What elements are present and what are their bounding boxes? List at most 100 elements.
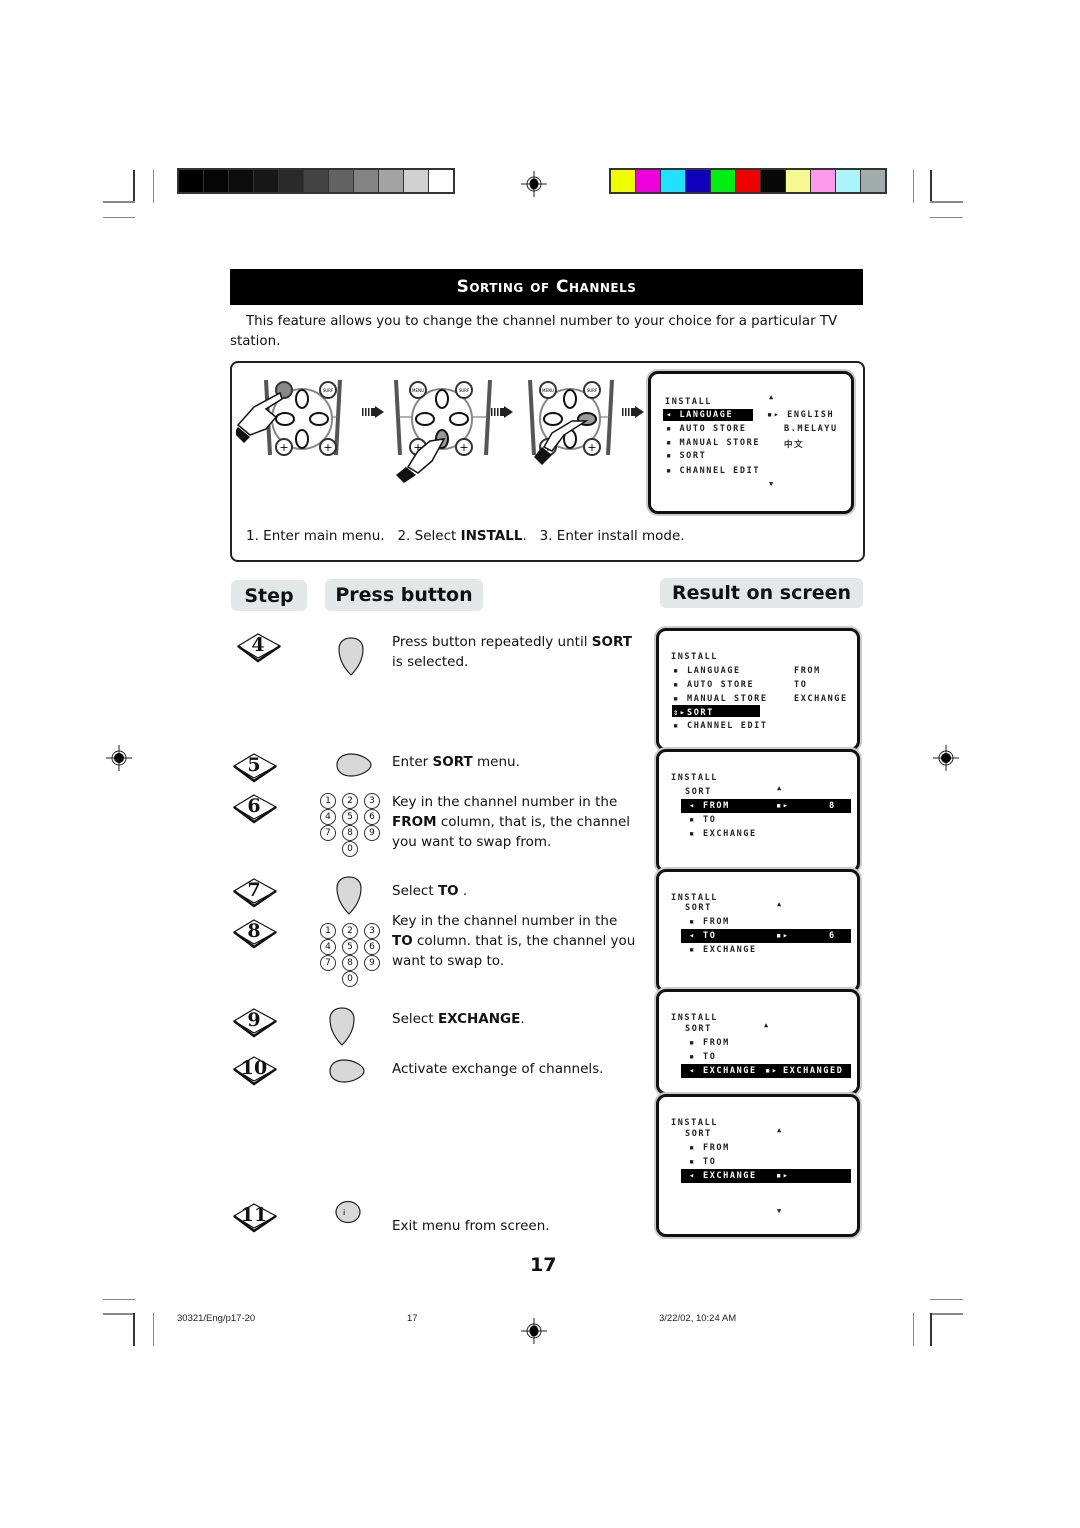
footer-page: 17 [407, 1313, 418, 1324]
svg-text:+: + [279, 441, 288, 454]
step-number-badge: 11 [232, 1202, 278, 1233]
osd-item: TO [703, 1052, 717, 1062]
step-number: 6 [247, 795, 261, 817]
color-swatch [429, 170, 453, 192]
svg-text:+: + [587, 441, 596, 454]
step-text: column. that is, the channel you want to… [392, 933, 636, 969]
color-swatch [254, 170, 278, 192]
step-number-badge: 9 [232, 1007, 278, 1038]
crop-mark [153, 170, 154, 203]
keypad-digit: 1 [320, 923, 336, 939]
osd-item: ▪ SORT [666, 451, 707, 461]
osd-result-screen: INSTALL SORT ▲ ◂ FROM ▪▸ 8 ▪ TO ▪ EXCHANGE [656, 749, 860, 873]
step-description: Enter SORT menu. [392, 752, 637, 772]
crop-mark [913, 1313, 914, 1346]
arrow-right-icon [491, 406, 513, 418]
keypad-digit: 2 [342, 923, 358, 939]
step-text: Select [392, 883, 438, 899]
keypad-digit: 5 [342, 809, 358, 825]
registration-mark-icon [933, 745, 959, 771]
osd-item-marker: ◂ [689, 801, 703, 811]
step-description: Select EXCHANGE. [392, 1009, 637, 1029]
osd-item-label: CHANNEL EDIT [679, 466, 761, 476]
crop-mark [930, 217, 963, 218]
osd-item-label: MANUAL STORE [679, 438, 761, 448]
keypad-digit: 6 [364, 939, 380, 955]
keypad-digit: 0 [342, 971, 358, 987]
right-cursor-button-icon [336, 753, 372, 777]
osd-item-marker: ▪ [673, 666, 687, 676]
osd-item: TO [703, 931, 717, 941]
osd-arrows-icon: ▪▸ [776, 801, 790, 811]
svg-text:SURF: SURF [459, 388, 470, 393]
step-description: Key in the channel number in the FROM co… [392, 792, 637, 852]
osd-item: ◂ LANGUAGE [666, 410, 734, 420]
color-swatch [329, 170, 353, 192]
keypad-digit: 3 [364, 793, 380, 809]
osd-item-marker: ▪ [689, 829, 703, 839]
step-description: Key in the channel number in the TO colu… [392, 911, 637, 971]
osd-item-marker: ◂ [689, 1066, 703, 1076]
step-column-header: Step [231, 580, 307, 611]
osd-title: INSTALL [665, 397, 713, 407]
osd-title: INSTALL [671, 1118, 719, 1128]
intro-text: This feature allows you to change the ch… [230, 314, 838, 349]
crop-mark [930, 170, 932, 203]
svg-text:MENU: MENU [412, 388, 424, 393]
down-cursor-button-icon [329, 1007, 355, 1046]
color-swatch [786, 170, 810, 192]
osd-item: FROM [703, 801, 730, 811]
step-description: Activate exchange of channels. [392, 1059, 637, 1079]
crop-mark [103, 217, 135, 218]
osd-option: EXCHANGE [794, 694, 848, 704]
keypad-digit: 3 [364, 923, 380, 939]
step-number-badge: 4 [236, 632, 282, 663]
osd-item-marker: ▪ [689, 1143, 703, 1153]
footer-timestamp: 3/22/02, 10:24 AM [659, 1313, 737, 1324]
osd-item: EXCHANGE [703, 1066, 757, 1076]
osd-option: FROM [794, 666, 821, 676]
svg-text:+: + [323, 441, 332, 454]
osd-title: INSTALL [671, 773, 719, 783]
crop-mark [103, 1299, 135, 1300]
step-text: menu. [472, 754, 520, 770]
osd-item: ▪ CHANNEL EDIT [666, 466, 761, 476]
down-cursor-button-icon [336, 876, 362, 915]
color-calibration-strip [609, 168, 887, 194]
osd-submenu-title: SORT [685, 787, 712, 797]
step-text: Key in the channel number in the [392, 913, 618, 929]
keypad-digit: 7 [320, 825, 336, 841]
crop-mark [103, 1313, 135, 1315]
up-arrow-icon: ▲ [777, 1126, 783, 1134]
down-arrow-icon: ▼ [777, 1207, 783, 1215]
step-keyword: FROM [392, 814, 437, 830]
step-text: Key in the channel number in the [392, 794, 618, 810]
osd-item: EXCHANGE [703, 945, 757, 955]
color-swatch [204, 170, 228, 192]
color-swatch [736, 170, 760, 192]
osd-item: ▪ AUTO STORE [666, 424, 747, 434]
step-text: Press button repeatedly until [392, 634, 592, 650]
osd-item: FROM [703, 1143, 730, 1153]
color-swatch [811, 170, 835, 192]
press-button-column-header: Press button [325, 579, 483, 611]
osd-item: EXCHANGE [703, 1171, 757, 1181]
keypad-digit: 2 [342, 793, 358, 809]
color-swatch [404, 170, 428, 192]
osd-item: AUTO STORE [687, 680, 755, 690]
step-description: Select TO . [392, 881, 637, 901]
osd-item: TO [703, 1157, 717, 1167]
right-cursor-button-icon [329, 1059, 365, 1083]
osd-option: 中文 [784, 440, 805, 450]
osd-value: EXCHANGED [783, 1066, 844, 1076]
step-text: Enter [392, 754, 433, 770]
number-keypad-icon: 123 456 7890 [320, 793, 380, 857]
keypad-digit: 4 [320, 809, 336, 825]
step-number: 10 [240, 1057, 268, 1079]
keypad-digit: 9 [364, 955, 380, 971]
color-swatch [279, 170, 303, 192]
registration-mark-icon [521, 171, 547, 197]
step-number-badge: 5 [232, 752, 278, 783]
keypad-digit: 0 [342, 841, 358, 857]
remote-control-menu-press-illustration: SURF + + [236, 379, 342, 456]
